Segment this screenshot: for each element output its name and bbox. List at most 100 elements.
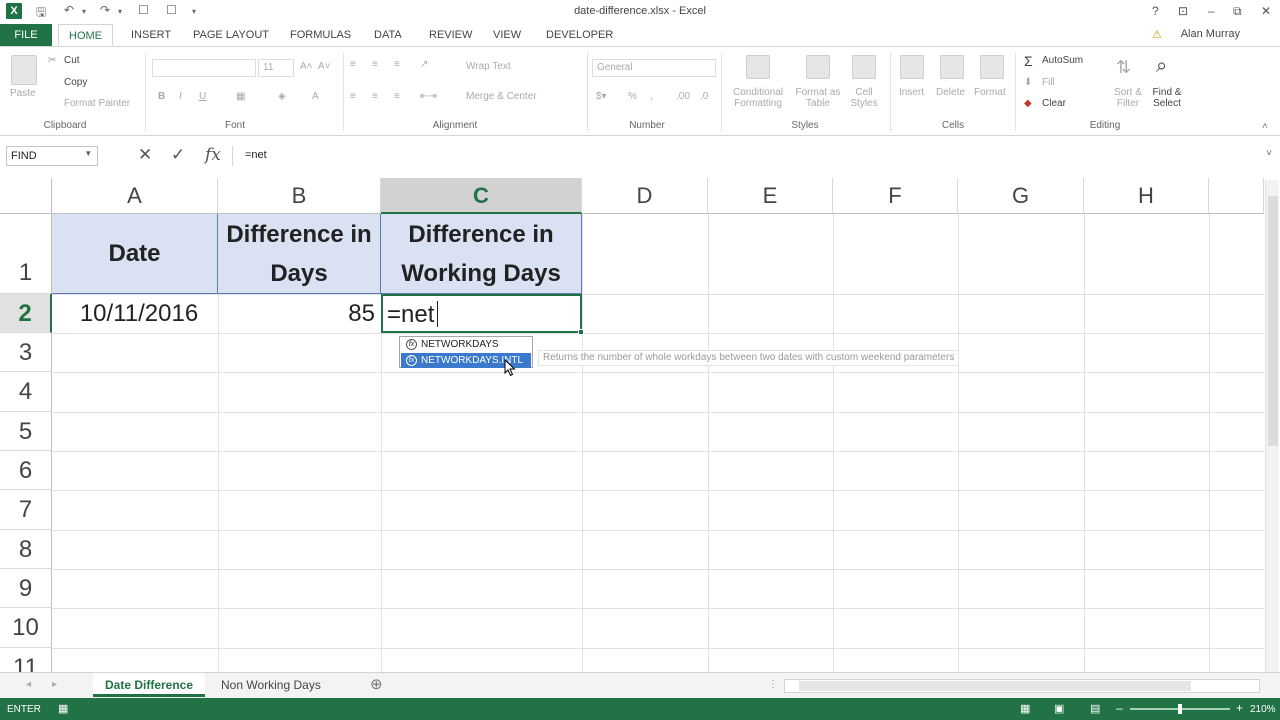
confirm-entry-icon[interactable]: ✓: [171, 145, 185, 165]
cell-a2[interactable]: 10/11/2016: [52, 294, 218, 333]
clear-button[interactable]: Clear: [1042, 98, 1066, 109]
decrease-decimal-icon[interactable]: .0: [700, 91, 708, 102]
font-size-box[interactable]: 11: [258, 59, 294, 77]
accounting-icon[interactable]: $▾: [596, 91, 607, 102]
increase-decimal-icon[interactable]: .00: [676, 91, 690, 102]
vertical-scrollbar-track[interactable]: [1265, 180, 1279, 672]
percent-icon[interactable]: %: [628, 91, 637, 102]
row-header-7[interactable]: 7: [0, 490, 52, 530]
bold-button[interactable]: B: [158, 91, 165, 102]
cell-styles-icon[interactable]: [852, 55, 876, 79]
ribbon-display-icon[interactable]: ⊡: [1178, 4, 1188, 18]
format-as-table-icon[interactable]: [806, 55, 830, 79]
sort-filter-icon[interactable]: ⇅: [1116, 57, 1131, 78]
italic-button[interactable]: I: [179, 91, 182, 102]
help-icon[interactable]: ?: [1152, 4, 1159, 18]
scroll-tabs-right-icon[interactable]: ▸: [40, 673, 69, 697]
column-header-c[interactable]: C: [381, 178, 582, 214]
merge-center-button[interactable]: Merge & Center: [466, 91, 537, 102]
cell-c1[interactable]: Difference in Working Days: [381, 214, 582, 294]
autosum-button[interactable]: AutoSum: [1042, 55, 1083, 66]
column-header-b[interactable]: B: [218, 178, 381, 214]
cell-b1[interactable]: Difference in Days: [218, 214, 381, 294]
row-header-8[interactable]: 8: [0, 530, 52, 569]
name-box-dropdown-icon[interactable]: ▾: [86, 148, 91, 159]
tab-data[interactable]: DATA: [364, 24, 412, 46]
row-header-5[interactable]: 5: [0, 412, 52, 451]
zoom-level[interactable]: 210%: [1250, 704, 1276, 715]
user-name[interactable]: Alan Murray: [1181, 28, 1240, 40]
autocomplete-item-networkdays[interactable]: fx NETWORKDAYS: [401, 337, 531, 352]
borders-icon[interactable]: ▦: [236, 91, 245, 102]
worksheet-grid[interactable]: A B C D E F G H 1 2 3 4 5 6 7 8 9 10 11: [0, 178, 1264, 672]
zoom-out-icon[interactable]: –: [1116, 701, 1123, 715]
minimize-icon[interactable]: –: [1208, 4, 1215, 18]
orientation-icon[interactable]: ↗: [420, 59, 428, 70]
column-header-d[interactable]: D: [582, 178, 708, 214]
autosum-icon[interactable]: Σ: [1024, 53, 1033, 69]
conditional-formatting-icon[interactable]: [746, 55, 770, 79]
align-left-icon[interactable]: ≡: [350, 91, 356, 102]
row-header-3[interactable]: 3: [0, 333, 52, 372]
find-select-button[interactable]: Find & Select: [1146, 87, 1188, 109]
horizontal-scrollbar-thumb[interactable]: [799, 681, 1191, 691]
paste-icon[interactable]: [11, 55, 37, 85]
shrink-font-icon[interactable]: A˅: [318, 61, 331, 72]
cut-button[interactable]: Cut: [64, 55, 80, 66]
tab-formulas[interactable]: FORMULAS: [280, 24, 361, 46]
tab-file[interactable]: FILE: [0, 24, 52, 46]
row-header-4[interactable]: 4: [0, 372, 52, 412]
sheet-options-icon[interactable]: ⋮: [768, 679, 778, 691]
macro-record-icon[interactable]: ▦: [58, 702, 68, 715]
row-header-10[interactable]: 10: [0, 608, 52, 648]
formula-input[interactable]: =net: [232, 146, 1260, 166]
format-cells-icon[interactable]: [980, 55, 1004, 79]
align-top-icon[interactable]: ≡: [350, 59, 356, 70]
select-all-corner[interactable]: [0, 178, 52, 214]
column-header-partial[interactable]: [1209, 178, 1264, 214]
clear-icon[interactable]: ◆: [1024, 98, 1032, 109]
fill-handle[interactable]: [578, 329, 584, 335]
scroll-tabs-left-icon[interactable]: ◂: [14, 673, 43, 697]
copy-button[interactable]: Copy: [64, 77, 87, 88]
horizontal-scrollbar[interactable]: [784, 679, 1260, 693]
cell-styles-button[interactable]: Cell Styles: [848, 87, 880, 109]
normal-view-icon[interactable]: ▦: [1020, 702, 1030, 715]
zoom-slider-thumb[interactable]: [1178, 704, 1182, 714]
tab-home[interactable]: HOME: [58, 24, 113, 46]
delete-cells-icon[interactable]: [940, 55, 964, 79]
sort-filter-button[interactable]: Sort & Filter: [1108, 87, 1148, 109]
new-sheet-icon[interactable]: ⊕: [358, 673, 395, 697]
column-header-e[interactable]: E: [708, 178, 833, 214]
sheet-tab-date-difference[interactable]: Date Difference: [93, 673, 206, 697]
align-bottom-icon[interactable]: ≡: [394, 59, 400, 70]
delete-cells-button[interactable]: Delete: [936, 87, 965, 98]
name-box[interactable]: FIND: [6, 146, 98, 166]
expand-formula-bar-icon[interactable]: ˅: [1266, 148, 1272, 159]
number-format-box[interactable]: General: [592, 59, 716, 77]
fill-color-icon[interactable]: ◈: [278, 91, 286, 102]
grow-font-icon[interactable]: A˄: [300, 61, 313, 72]
column-header-a[interactable]: A: [52, 178, 218, 214]
column-header-h[interactable]: H: [1084, 178, 1209, 214]
fill-button[interactable]: Fill: [1042, 77, 1055, 88]
insert-cells-icon[interactable]: [900, 55, 924, 79]
align-middle-icon[interactable]: ≡: [372, 59, 378, 70]
fill-icon[interactable]: ⬇: [1024, 77, 1032, 88]
cell-a1[interactable]: Date: [52, 214, 218, 294]
cancel-entry-icon[interactable]: ✕: [138, 145, 152, 165]
cell-c2-active[interactable]: =net: [381, 294, 582, 333]
conditional-formatting-button[interactable]: Conditional Formatting: [728, 87, 788, 109]
page-break-view-icon[interactable]: ▤: [1090, 702, 1100, 715]
collapse-ribbon-icon[interactable]: ˄: [1262, 121, 1268, 132]
wrap-text-button[interactable]: Wrap Text: [466, 61, 511, 72]
page-layout-view-icon[interactable]: ▣: [1054, 702, 1064, 715]
row-header-6[interactable]: 6: [0, 451, 52, 490]
tab-view[interactable]: VIEW: [483, 24, 531, 46]
align-center-icon[interactable]: ≡: [372, 91, 378, 102]
row-header-11[interactable]: 11: [0, 648, 52, 672]
format-as-table-button[interactable]: Format as Table: [792, 87, 844, 109]
tab-insert[interactable]: INSERT: [121, 24, 181, 46]
column-header-g[interactable]: G: [958, 178, 1084, 214]
underline-button[interactable]: U: [199, 91, 206, 102]
